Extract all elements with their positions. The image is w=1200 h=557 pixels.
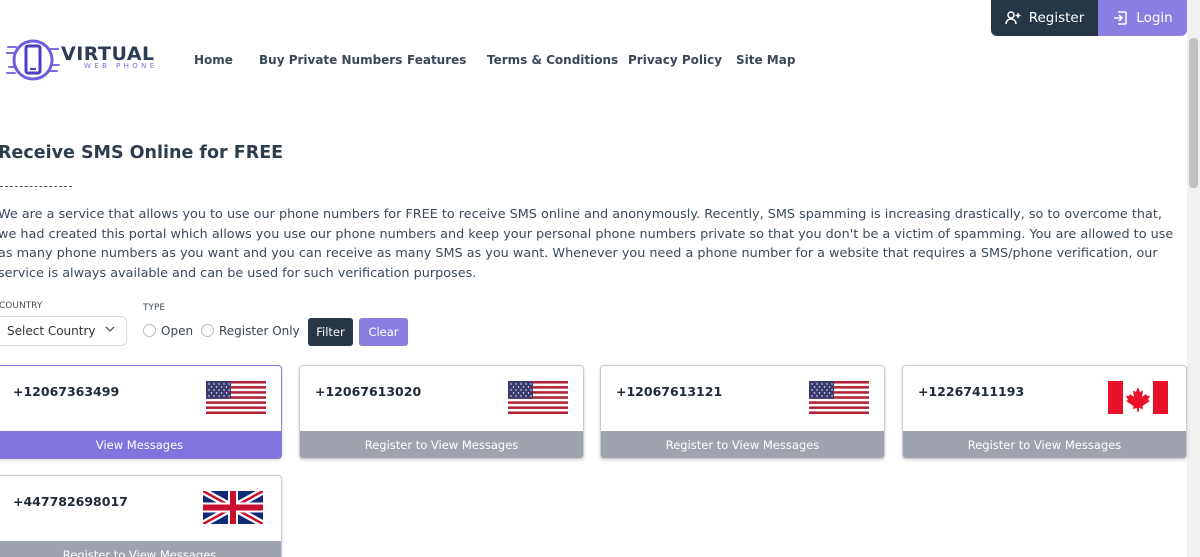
type-register-only-radio[interactable] [201, 324, 214, 337]
view-messages-button[interactable]: View Messages [0, 431, 281, 458]
number-card[interactable]: +12067613020 Register to View Messages [299, 365, 584, 459]
title-divider [0, 186, 72, 187]
us-flag-icon [809, 381, 869, 414]
nav-buy-private-numbers[interactable]: Buy Private Numbers [259, 53, 402, 67]
intro-paragraph: We are a service that allows you to use … [0, 207, 1174, 281]
type-open-label[interactable]: Open [161, 324, 193, 338]
login-label: Login [1136, 10, 1173, 26]
country-filter-label: COUNTRY [0, 301, 43, 311]
phone-number: +447782698017 [13, 494, 128, 509]
uk-flag-icon [203, 491, 263, 524]
chevron-down-icon [105, 324, 115, 337]
phone-number: +12067363499 [13, 384, 120, 399]
number-card[interactable]: +12267411193 Register to View Messages [902, 365, 1187, 459]
phone-number: +12267411193 [918, 384, 1025, 399]
country-select[interactable]: Select Country [0, 316, 127, 346]
nav-site-map[interactable]: Site Map [736, 53, 795, 67]
scrollbar-thumb[interactable] [1189, 38, 1198, 188]
nav-terms-conditions[interactable]: Terms & Conditions [487, 53, 618, 67]
login-button[interactable]: Login [1098, 0, 1187, 36]
login-icon [1114, 11, 1128, 25]
clear-button[interactable]: Clear [359, 318, 408, 346]
canada-flag-icon [1108, 381, 1168, 414]
nav-privacy-policy[interactable]: Privacy Policy [628, 53, 722, 67]
register-to-view-button[interactable]: Register to View Messages [601, 431, 884, 458]
number-card[interactable]: +12067363499 View Messages [0, 365, 282, 459]
user-plus-icon [1004, 11, 1021, 25]
page-scrollbar[interactable] [1187, 0, 1200, 557]
register-to-view-button[interactable]: Register to View Messages [0, 541, 281, 557]
phone-number: +12067613020 [315, 384, 422, 399]
auth-buttons: Register Login [991, 0, 1187, 36]
page-title: Receive SMS Online for FREE [0, 143, 284, 163]
filter-button[interactable]: Filter [308, 318, 353, 346]
us-flag-icon [508, 381, 568, 414]
us-flag-icon [206, 381, 266, 414]
register-button[interactable]: Register [991, 0, 1098, 36]
brand-tagline: WEB PHONE [84, 62, 158, 70]
register-to-view-button[interactable]: Register to View Messages [300, 431, 583, 458]
number-card[interactable]: +12067613121 Register to View Messages [600, 365, 885, 459]
country-select-value: Select Country [7, 324, 96, 338]
type-open-radio[interactable] [143, 324, 156, 337]
register-to-view-button[interactable]: Register to View Messages [903, 431, 1186, 458]
nav-features[interactable]: Features [407, 53, 466, 67]
register-label: Register [1028, 10, 1085, 26]
phone-number: +12067613121 [616, 384, 723, 399]
nav-home[interactable]: Home [194, 53, 233, 67]
type-filter-label: TYPE [143, 303, 166, 313]
number-card[interactable]: +447782698017 Register to View Messages [0, 475, 282, 557]
type-register-only-label[interactable]: Register Only [219, 324, 300, 338]
